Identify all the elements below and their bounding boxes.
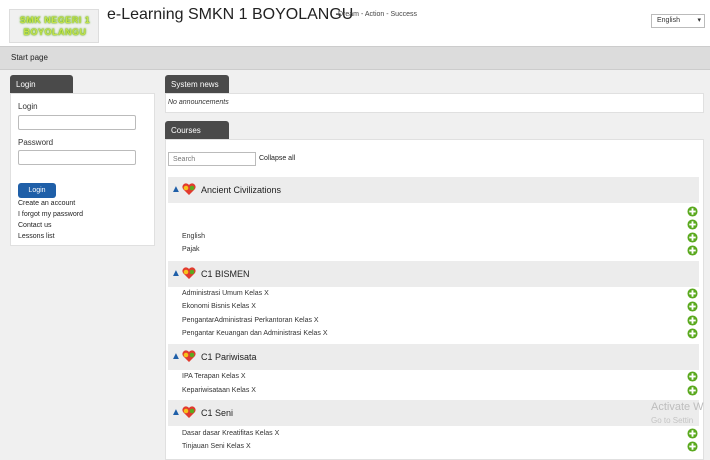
create-account-link[interactable]: Create an account bbox=[18, 200, 75, 207]
course-link[interactable]: PengantarAdministrasi Perkantoran Kelas … bbox=[182, 317, 319, 324]
course-category-icon bbox=[182, 183, 196, 195]
lessons-list-link[interactable]: Lessons list bbox=[18, 233, 55, 240]
no-announcements-text: No announcements bbox=[168, 99, 229, 106]
logo-line-1: SMK NEGERI 1 bbox=[19, 15, 91, 25]
password-input[interactable] bbox=[18, 150, 136, 165]
category-ancient-civilizations[interactable]: ▲ Ancient Civilizations bbox=[168, 177, 699, 203]
course-category-icon bbox=[182, 267, 196, 279]
caret-up-icon[interactable]: ▲ bbox=[171, 351, 181, 362]
language-select[interactable]: English ▾ bbox=[651, 14, 705, 28]
category-c1-bismen[interactable]: ▲ C1 BISMEN bbox=[168, 261, 699, 287]
site-logo[interactable]: SMK NEGERI 1 BOYOLANGU bbox=[9, 9, 99, 43]
plus-circle-icon[interactable] bbox=[687, 385, 698, 396]
breadcrumb-start-page[interactable]: Start page bbox=[11, 53, 48, 62]
plus-circle-icon[interactable] bbox=[687, 206, 698, 217]
username-label: Login bbox=[18, 102, 38, 111]
course-link[interactable]: Tinjauan Seni Kelas X bbox=[182, 443, 251, 450]
course-search-input[interactable]: Search bbox=[168, 152, 256, 166]
plus-circle-icon[interactable] bbox=[687, 219, 698, 230]
course-link[interactable]: IPA Terapan Kelas X bbox=[182, 373, 246, 380]
chevron-down-icon: ▾ bbox=[697, 17, 701, 24]
language-value: English bbox=[657, 17, 680, 24]
course-category-icon bbox=[182, 406, 196, 418]
site-header: SMK NEGERI 1 BOYOLANGU e-Learning SMKN 1… bbox=[0, 0, 710, 46]
plus-circle-icon[interactable] bbox=[687, 245, 698, 256]
plus-circle-icon[interactable] bbox=[687, 371, 698, 382]
plus-circle-icon[interactable] bbox=[687, 441, 698, 452]
system-news-block bbox=[165, 93, 704, 113]
login-button[interactable]: Login bbox=[18, 183, 56, 198]
caret-up-icon[interactable]: ▲ bbox=[171, 184, 181, 195]
category-name: C1 Seni bbox=[201, 408, 234, 418]
plus-circle-icon[interactable] bbox=[687, 315, 698, 326]
username-input[interactable] bbox=[18, 115, 136, 130]
activation-watermark-sub: Go to Settin bbox=[651, 416, 694, 425]
course-link[interactable]: Pengantar Keuangan dan Administrasi Kela… bbox=[182, 330, 328, 337]
plus-circle-icon[interactable] bbox=[687, 428, 698, 439]
plus-circle-icon[interactable] bbox=[687, 328, 698, 339]
site-tagline: Dream - Action - Success bbox=[338, 11, 417, 18]
category-c1-seni[interactable]: ▲ C1 Seni bbox=[168, 400, 699, 426]
activation-watermark: Activate W bbox=[651, 401, 704, 413]
collapse-all-link[interactable]: Collapse all bbox=[259, 155, 295, 162]
course-link[interactable]: Dasar dasar Kreatifitas Kelas X bbox=[182, 430, 279, 437]
logo-line-2: BOYOLANGU bbox=[23, 27, 87, 37]
forgot-password-link[interactable]: I forgot my password bbox=[18, 211, 83, 218]
course-link[interactable]: Kepariwisataan Kelas X bbox=[182, 387, 256, 394]
courses-tab: Courses bbox=[165, 121, 229, 139]
category-name: C1 BISMEN bbox=[201, 269, 250, 279]
category-name: Ancient Civilizations bbox=[201, 185, 282, 195]
login-tab: Login bbox=[10, 75, 73, 93]
category-name: C1 Pariwisata bbox=[201, 352, 257, 362]
category-c1-pariwisata[interactable]: ▲ C1 Pariwisata bbox=[168, 344, 699, 370]
plus-circle-icon[interactable] bbox=[687, 232, 698, 243]
course-category-icon bbox=[182, 350, 196, 362]
course-link-pajak[interactable]: Pajak bbox=[182, 246, 200, 253]
site-title: e-Learning SMKN 1 BOYOLANGU bbox=[107, 6, 354, 23]
course-link-english[interactable]: English bbox=[182, 233, 205, 240]
plus-circle-icon[interactable] bbox=[687, 301, 698, 312]
system-news-tab: System news bbox=[165, 75, 229, 93]
caret-up-icon[interactable]: ▲ bbox=[171, 407, 181, 418]
caret-up-icon[interactable]: ▲ bbox=[171, 268, 181, 279]
course-link[interactable]: Ekonomi Bisnis Kelas X bbox=[182, 303, 256, 310]
password-label: Password bbox=[18, 138, 54, 147]
plus-circle-icon[interactable] bbox=[687, 288, 698, 299]
course-link[interactable]: Administrasi Umum Kelas X bbox=[182, 290, 269, 297]
contact-us-link[interactable]: Contact us bbox=[18, 222, 51, 229]
navbar: Start page bbox=[0, 46, 710, 70]
